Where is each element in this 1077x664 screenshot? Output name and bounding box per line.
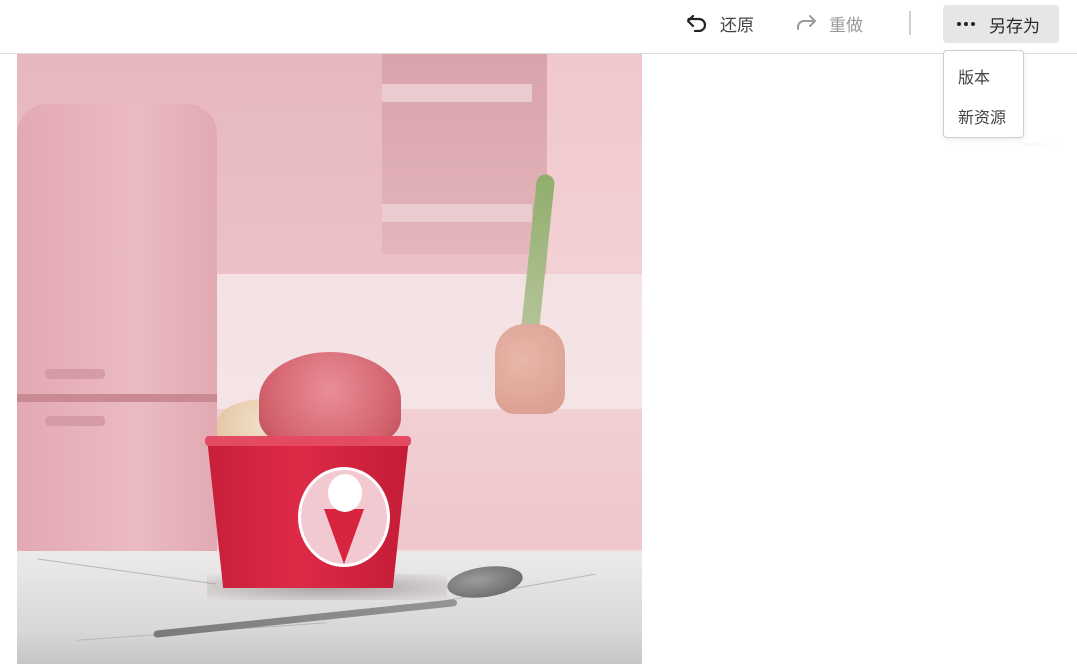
redo-label: 重做	[829, 15, 863, 36]
ice-cream-scoop	[259, 352, 401, 447]
shelf	[382, 204, 532, 222]
vase	[495, 324, 565, 414]
undo-icon	[686, 14, 708, 32]
more-dots-icon	[957, 22, 975, 26]
shelf	[382, 84, 532, 102]
cup-rim	[205, 436, 411, 446]
fridge	[17, 104, 217, 554]
menu-item-version[interactable]: 版本	[958, 64, 990, 88]
menu-shadow	[1024, 143, 1060, 146]
save-as-button[interactable]: 另存为	[943, 5, 1059, 43]
cup-logo-scoop	[328, 474, 362, 512]
undo-button[interactable]: 还原	[686, 8, 754, 38]
toolbar-divider	[909, 11, 911, 35]
top-toolbar: 还原 重做 另存为	[0, 0, 1077, 54]
menu-item-new-asset[interactable]: 新资源	[958, 104, 1006, 128]
undo-label: 还原	[720, 15, 754, 36]
canvas-image[interactable]	[17, 54, 642, 664]
redo-icon	[795, 14, 817, 32]
save-as-dropdown-menu: 版本 新资源	[943, 50, 1024, 138]
save-as-label: 另存为	[989, 16, 1040, 37]
redo-button[interactable]: 重做	[795, 8, 863, 38]
